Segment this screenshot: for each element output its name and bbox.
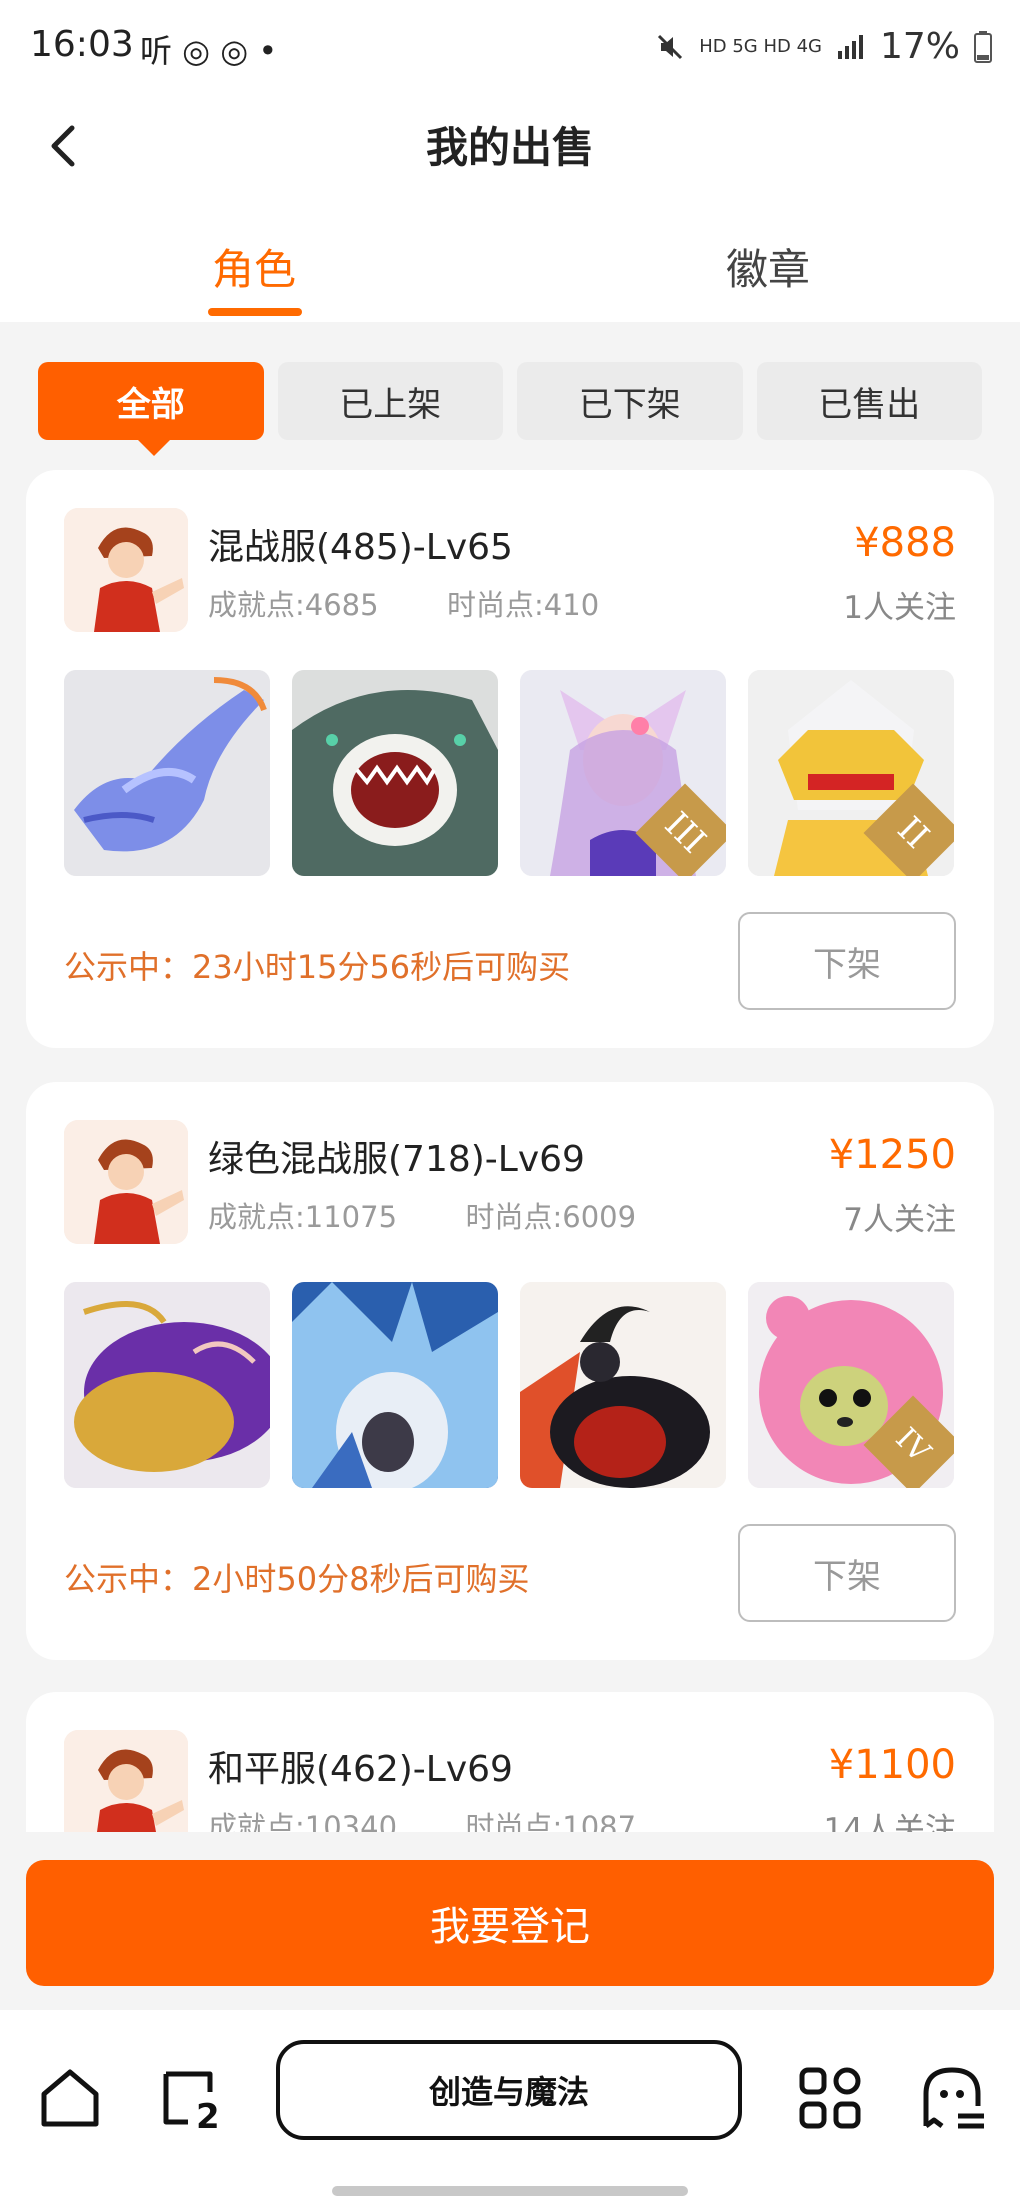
character-avatar — [64, 1730, 188, 1832]
publicity-notice: 公示中：2小时50分8秒后可购买 — [64, 1560, 530, 1598]
listing-card[interactable]: 和平服(462)-Lv69 成就点:10340 时尚点:1087 ¥1100 1… — [26, 1692, 994, 1832]
listing-title: 绿色混战服(718)-Lv69 — [208, 1139, 585, 1180]
publicity-notice: 公示中：23小时15分56秒后可购买 — [64, 948, 571, 986]
fashion-points: 时尚点:6009 — [465, 1200, 637, 1234]
status-filter-bar: 全部 已上架 已下架 已售出 — [38, 362, 982, 456]
listing-list[interactable]: 混战服(485)-Lv65 成就点:4685 时尚点:410 ¥888 1人关注 — [0, 440, 1020, 1832]
watcher-count: 14人关注 — [823, 1812, 956, 1832]
item-thumbnail[interactable] — [292, 1282, 498, 1488]
delist-button[interactable]: 下架 — [738, 912, 956, 1010]
listing-card[interactable]: 绿色混战服(718)-Lv69 成就点:11075 时尚点:6009 ¥1250… — [26, 1082, 994, 1660]
character-avatar — [64, 1120, 188, 1244]
item-thumbnails: III II — [64, 670, 954, 876]
listing-stats: 成就点:11075 时尚点:6009 — [208, 1194, 636, 1236]
create-and-magic-button[interactable]: 创造与魔法 — [276, 2040, 742, 2140]
tab-bar: 角色 徽章 — [0, 216, 1020, 322]
filter-listed[interactable]: 已上架 — [277, 362, 503, 440]
listing-price: ¥888 — [854, 520, 956, 566]
listing-title: 和平服(462)-Lv69 — [208, 1749, 513, 1790]
listing-stats: 成就点:4685 时尚点:410 — [208, 582, 599, 624]
item-thumbnail[interactable]: II — [748, 670, 954, 876]
fashion-points: 时尚点:410 — [447, 588, 600, 622]
home-icon — [41, 2069, 99, 2127]
item-thumbnail[interactable] — [292, 670, 498, 876]
filter-sold[interactable]: 已售出 — [756, 362, 982, 440]
character-portrait-icon — [64, 1730, 188, 1832]
page-header: 我的出售 — [0, 96, 1020, 216]
page-title: 我的出售 — [425, 123, 594, 172]
achievement-points: 成就点:10340 — [208, 1810, 398, 1832]
listing-title: 混战服(485)-Lv65 — [208, 527, 513, 568]
battery-level: 17% — [879, 26, 960, 67]
item-thumbnail[interactable] — [64, 670, 270, 876]
nav-menu[interactable] — [912, 2058, 992, 2138]
status-left-icons: 听 ◎ ◎ • — [140, 32, 278, 70]
watcher-count: 1人关注 — [843, 590, 956, 626]
item-thumbnail[interactable]: IV — [748, 1282, 954, 1488]
listing-stats: 成就点:10340 时尚点:1087 — [208, 1804, 636, 1832]
item-thumbnail[interactable] — [64, 1282, 270, 1488]
ghost-menu-icon — [923, 2067, 984, 2129]
achievement-points: 成就点:11075 — [208, 1200, 398, 1234]
listing-price: ¥1100 — [828, 1742, 956, 1788]
home-indicator[interactable] — [332, 2186, 688, 2196]
apps-grid-icon — [799, 2067, 861, 2129]
network-indicators: HD 5G HD 4G — [699, 36, 822, 57]
status-bar: 16:03 听 ◎ ◎ • HD 5G HD 4G 17% — [0, 0, 1020, 96]
status-time: 16:03 — [30, 24, 134, 65]
item-thumbnail[interactable] — [520, 1282, 726, 1488]
character-portrait-icon — [64, 1120, 188, 1244]
nav-apps[interactable] — [790, 2058, 870, 2138]
watcher-count: 7人关注 — [843, 1202, 956, 1238]
tab-badges[interactable]: 徽章 — [726, 236, 810, 297]
status-right: HD 5G HD 4G 17% — [655, 26, 992, 67]
svg-text:2: 2 — [196, 2097, 220, 2137]
tab-active-indicator — [208, 308, 302, 316]
listing-price: ¥1250 — [828, 1132, 956, 1178]
filter-all[interactable]: 全部 — [38, 362, 264, 456]
black-goat-mount-icon — [520, 1282, 726, 1488]
achievement-points: 成就点:4685 — [208, 588, 379, 622]
page-two-icon: 2 — [163, 2071, 220, 2137]
bottom-nav: 2 创造与魔法 — [0, 2010, 1020, 2210]
item-thumbnail[interactable]: III — [520, 670, 726, 876]
ice-armor-costume-icon — [292, 1282, 498, 1488]
filter-delisted[interactable]: 已下架 — [517, 362, 743, 440]
register-button[interactable]: 我要登记 — [26, 1860, 994, 1986]
golden-whale-mount-icon — [64, 1282, 270, 1488]
blue-dragon-mount-icon — [64, 670, 270, 876]
fashion-points: 时尚点:1087 — [465, 1810, 637, 1832]
character-portrait-icon — [64, 508, 188, 632]
item-thumbnails: IV — [64, 1282, 954, 1488]
shark-mount-icon — [292, 670, 498, 876]
listing-card[interactable]: 混战服(485)-Lv65 成就点:4685 时尚点:410 ¥888 1人关注 — [26, 470, 994, 1048]
tab-roles[interactable]: 角色 — [212, 236, 296, 297]
delist-button[interactable]: 下架 — [738, 1524, 956, 1622]
mute-icon — [658, 34, 683, 59]
nav-home[interactable] — [30, 2058, 110, 2138]
character-avatar — [64, 508, 188, 632]
signal-icon — [837, 34, 863, 59]
battery-icon — [974, 30, 992, 63]
nav-recent[interactable]: 2 — [148, 2058, 228, 2138]
